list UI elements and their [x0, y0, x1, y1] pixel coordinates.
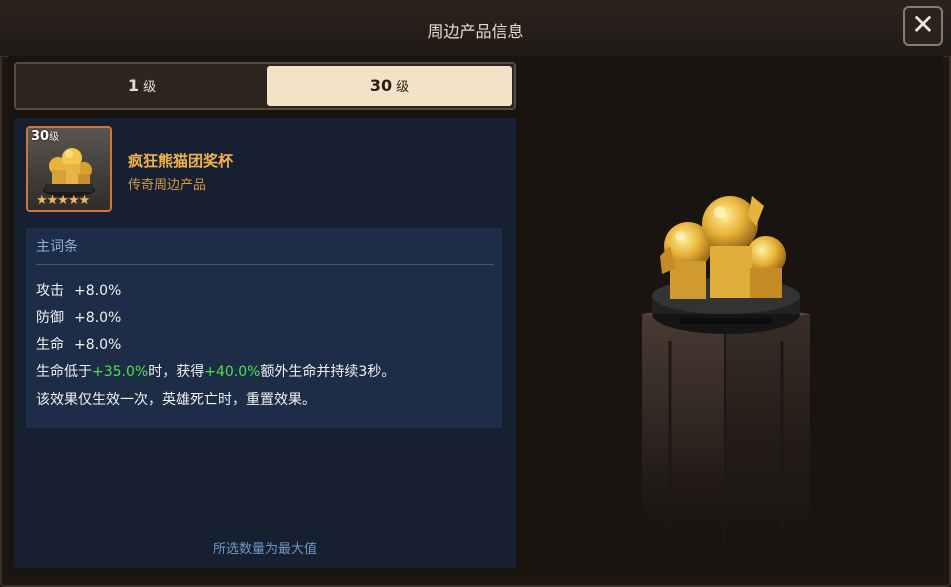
- stat-label: 攻击: [36, 283, 64, 299]
- tab-level-1[interactable]: 1级: [18, 66, 266, 106]
- tab-level-30-unit: 级: [396, 80, 410, 95]
- tab-level-30[interactable]: 30 级: [267, 66, 512, 106]
- effect-description-line2: 该效果仅生效一次，英雄死亡时，重置效果。: [36, 392, 316, 408]
- stat-row-defense: 防御 +8.0%: [36, 307, 121, 327]
- tab-level-30-number: 30: [369, 76, 393, 95]
- trophy-pedestal-image: [642, 196, 810, 546]
- effect-bonus-value: +40.0%: [204, 364, 261, 380]
- level-tabs: 1级 30 级: [14, 62, 516, 110]
- effect-threshold-value: +35.0%: [92, 364, 149, 380]
- item-icon-frame[interactable]: 30级 ★★★★★: [26, 126, 112, 212]
- stat-label: 生命: [36, 337, 64, 353]
- effect-text: 时，获得: [148, 364, 205, 380]
- effect-description-line1: 生命低于+35.0%时，获得+40.0%额外生命并持续3秒。: [36, 361, 395, 381]
- stat-row-hp: 生命 +8.0%: [36, 334, 121, 354]
- item-rarity: 传奇周边产品: [128, 178, 207, 193]
- effect-text: 生命低于: [36, 364, 92, 380]
- stat-value: +8.0%: [74, 310, 122, 326]
- stat-label: 防御: [36, 310, 64, 326]
- dialog-title: 周边产品信息: [427, 22, 524, 41]
- tab-level-1-unit: 级: [143, 80, 157, 95]
- tab-level-1-number: 1: [127, 76, 140, 95]
- close-button[interactable]: ✕: [903, 6, 943, 46]
- divider: [36, 264, 494, 265]
- max-quantity-note: 所选数量为最大值: [212, 542, 317, 557]
- trophy-showcase: [520, 56, 943, 576]
- stat-value: +8.0%: [74, 283, 122, 299]
- item-name: 疯狂熊猫团奖杯: [128, 152, 234, 170]
- star-rating: ★★★★★: [36, 193, 90, 208]
- title-bar: 周边产品信息 ✕: [0, 0, 951, 57]
- item-level-unit: 级: [49, 132, 60, 143]
- item-level-number: 30: [31, 129, 50, 144]
- item-level-badge: 30级: [31, 128, 59, 144]
- effect-text: 额外生命并持续3秒。: [260, 364, 396, 380]
- stat-value: +8.0%: [74, 337, 122, 353]
- close-icon: ✕: [911, 8, 935, 41]
- stat-row-attack: 攻击 +8.0%: [36, 280, 121, 300]
- main-stats-header: 主词条: [36, 239, 78, 255]
